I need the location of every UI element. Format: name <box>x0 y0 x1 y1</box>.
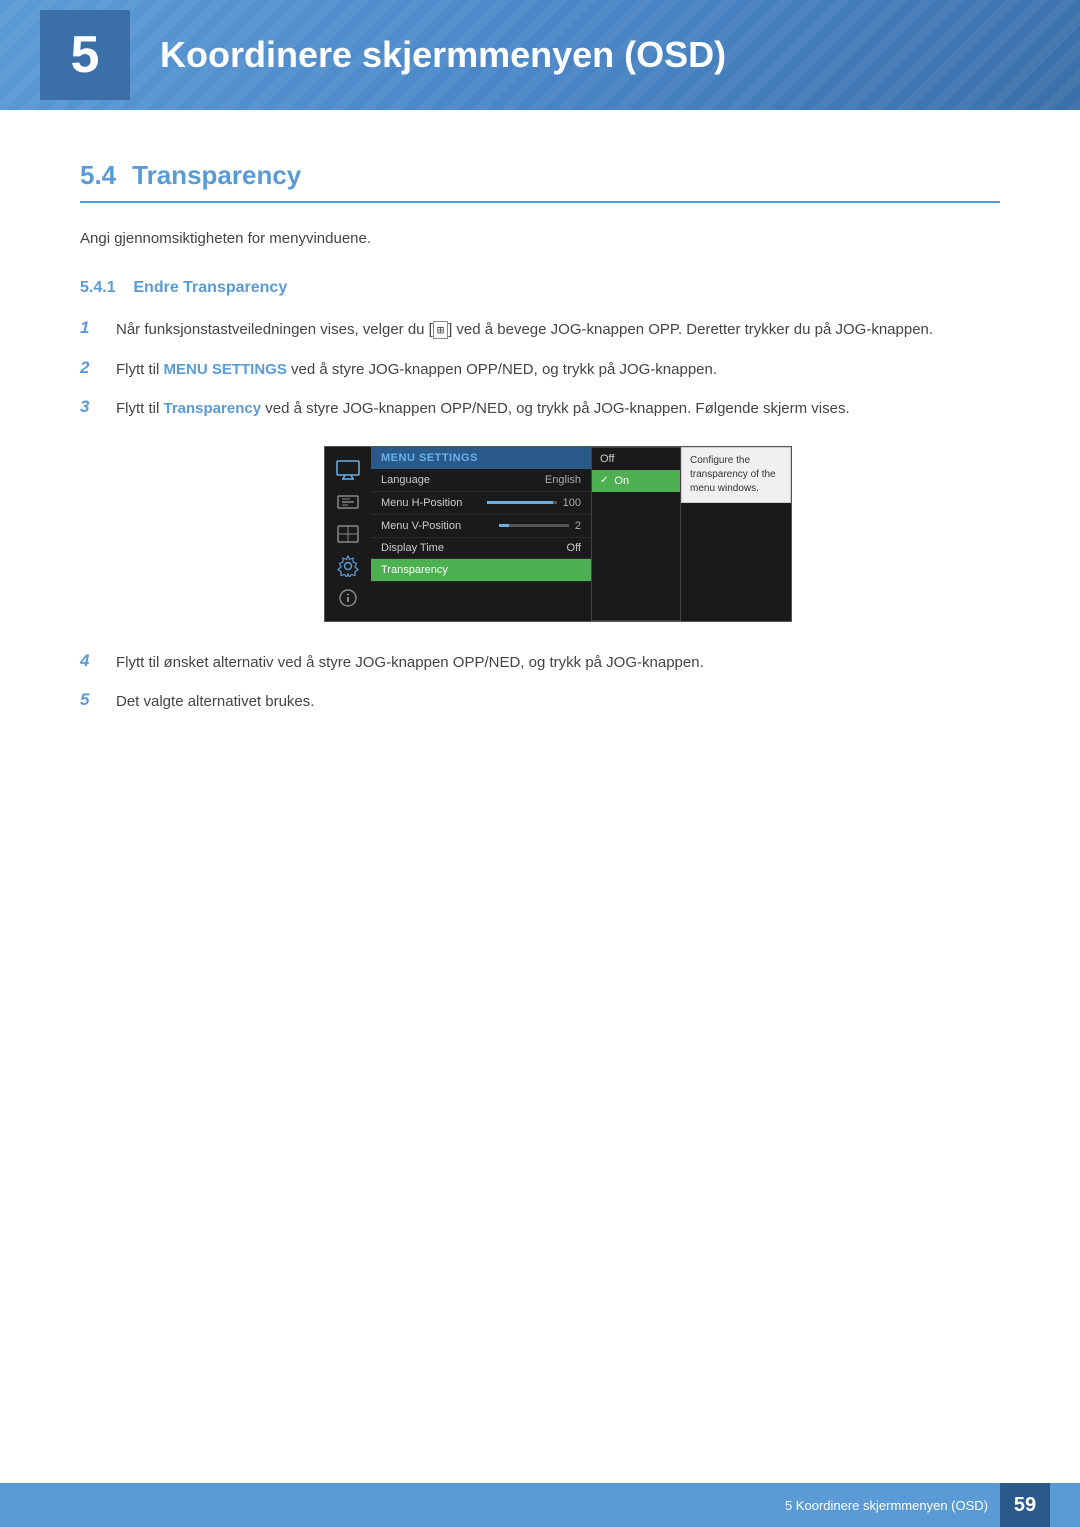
transparency-highlight: Transparency <box>164 400 262 417</box>
osd-item-value-display-time: Off <box>567 542 581 554</box>
osd-item-value-v-position: 2 <box>499 520 581 532</box>
footer-chapter-text: 5 Koordinere skjermmenyen (OSD) <box>785 1498 988 1513</box>
section-number: 5.4 <box>80 160 116 191</box>
osd-icon-adjust <box>334 523 362 545</box>
step-number-4: 4 <box>80 650 100 671</box>
osd-menu-language: Language English <box>371 469 591 492</box>
osd-menu-transparency: Transparency <box>371 559 591 582</box>
osd-screenshot: MENU SETTINGS Language English Menu H-Po… <box>324 446 792 622</box>
osd-menu-panel: MENU SETTINGS Language English Menu H-Po… <box>371 447 591 621</box>
step-2: 2 Flytt til MENU SETTINGS ved å styre JO… <box>80 357 1000 383</box>
osd-item-value-h-position: 100 <box>487 497 581 509</box>
page-footer: 5 Koordinere skjermmenyen (OSD) 59 <box>0 1483 1080 1527</box>
step-text-2: Flytt til MENU SETTINGS ved å styre JOG-… <box>116 357 717 383</box>
main-content: 5.4 Transparency Angi gjennomsiktigheten… <box>0 110 1080 829</box>
osd-tooltip: Configure the transparency of the menu w… <box>681 447 791 503</box>
step-4: 4 Flytt til ønsket alternativ ved å styr… <box>80 650 1000 676</box>
osd-item-label-display-time: Display Time <box>381 542 444 554</box>
step-text-4: Flytt til ønsket alternativ ved å styre … <box>116 650 704 676</box>
subsection-number: 5.4.1 <box>80 279 116 296</box>
step-text-3: Flytt til Transparency ved å styre JOG-k… <box>116 396 850 422</box>
osd-icon-settings <box>334 555 362 577</box>
osd-sub-item-on: ✓On <box>592 470 680 492</box>
osd-item-label-language: Language <box>381 474 430 486</box>
osd-icon-monitor <box>334 459 362 481</box>
osd-menu-h-position: Menu H-Position 100 <box>371 492 591 515</box>
step-number-1: 1 <box>80 317 100 338</box>
osd-screenshot-container: MENU SETTINGS Language English Menu H-Po… <box>116 446 1000 622</box>
section-title: Transparency <box>132 160 301 191</box>
steps-list: 1 Når funksjonstastveiledningen vises, v… <box>80 317 1000 422</box>
osd-item-value-language: English <box>545 474 581 486</box>
osd-menu-title: MENU SETTINGS <box>371 447 591 469</box>
footer-page-number: 59 <box>1000 1483 1050 1527</box>
section-heading: 5.4 Transparency <box>80 160 1000 203</box>
section-description: Angi gjennomsiktigheten for menyvinduene… <box>80 227 1000 251</box>
chapter-number: 5 <box>40 10 130 100</box>
step-text-1: Når funksjonstastveiledningen vises, vel… <box>116 317 933 343</box>
step-3: 3 Flytt til Transparency ved å styre JOG… <box>80 396 1000 422</box>
step-number-3: 3 <box>80 396 100 417</box>
chapter-header: 5 Koordinere skjermmenyen (OSD) <box>0 0 1080 110</box>
osd-submenu: Off ✓On <box>591 447 681 621</box>
step-1: 1 Når funksjonstastveiledningen vises, v… <box>80 317 1000 343</box>
steps-list-continued: 4 Flytt til ønsket alternativ ved å styr… <box>80 650 1000 715</box>
step-text-5: Det valgte alternativet brukes. <box>116 689 314 715</box>
osd-slider-v <box>499 524 569 527</box>
step-number-2: 2 <box>80 357 100 378</box>
osd-sub-item-off: Off <box>592 448 680 470</box>
osd-icon-brightness <box>334 491 362 513</box>
checkmark-icon: ✓ <box>600 475 608 486</box>
osd-icon-info <box>334 587 362 609</box>
step-5: 5 Det valgte alternativet brukes. <box>80 689 1000 715</box>
step-number-5: 5 <box>80 689 100 710</box>
osd-slider-h <box>487 501 557 504</box>
osd-menu-v-position: Menu V-Position 2 <box>371 515 591 538</box>
menu-settings-highlight: MENU SETTINGS <box>164 361 287 378</box>
chapter-title: Koordinere skjermmenyen (OSD) <box>160 34 726 76</box>
osd-item-label-transparency: Transparency <box>381 564 448 576</box>
osd-item-label-h-position: Menu H-Position <box>381 497 462 509</box>
osd-menu-display-time: Display Time Off <box>371 538 591 559</box>
subsection-heading: 5.4.1 Endre Transparency <box>80 279 1000 297</box>
osd-sidebar <box>325 447 371 621</box>
subsection-title: Endre Transparency <box>133 279 287 296</box>
osd-item-label-v-position: Menu V-Position <box>381 520 461 532</box>
